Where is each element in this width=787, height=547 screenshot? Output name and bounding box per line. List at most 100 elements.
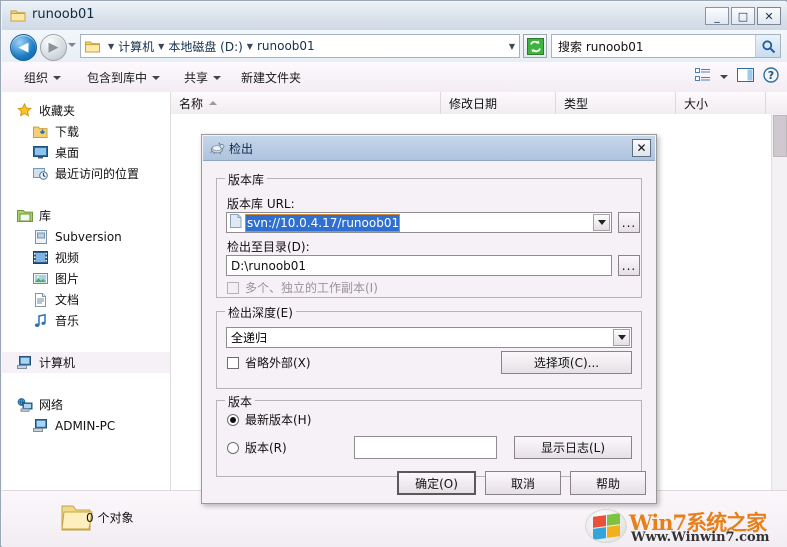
dialog-close-button[interactable]: ✕ (632, 139, 651, 157)
chevron-down-icon (53, 75, 62, 80)
toolbar-item-label: 新建文件夹 (241, 71, 302, 85)
sidebar-item-label: 桌面 (55, 146, 80, 160)
checkout-dialog: 检出 ✕ 版本库 版本库 URL: svn://10.0.4.17/runoob… (201, 134, 657, 504)
chevron-down-icon (152, 75, 161, 80)
chevron-down-icon[interactable] (720, 74, 728, 79)
sidebar-group-favorites: 收藏夹 下载 桌面 最近访问的位置 (2, 100, 170, 184)
help-icon[interactable]: ? (763, 67, 779, 86)
help-button[interactable]: 帮助 (570, 471, 646, 495)
chevron-down-icon[interactable] (593, 214, 610, 231)
sidebar-item-label: 网络 (39, 398, 64, 412)
sort-ascending-icon (209, 101, 218, 105)
checkout-depth-group: 检出深度(E) (216, 304, 642, 389)
file-icon (230, 214, 242, 231)
chevron-down-icon (213, 75, 222, 80)
breadcrumb[interactable]: ▼ 计算机 ▼ 本地磁盘 (D:) ▼ runoob01 ▼ (80, 34, 520, 58)
show-log-button[interactable]: 显示日志(L) (514, 436, 632, 459)
window-controls: _ □ ✕ (705, 7, 781, 25)
url-label: 版本库 URL: (227, 197, 295, 211)
sidebar-item-network[interactable]: 网络 (2, 394, 170, 415)
sidebar-item-pictures[interactable]: 图片 (2, 268, 170, 289)
sidebar-item-recent-places[interactable]: 最近访问的位置 (2, 163, 170, 184)
sidebar-item-documents[interactable]: 文档 (2, 289, 170, 310)
head-revision-radio[interactable] (227, 414, 239, 426)
toolbar-item-share[interactable]: 共享 (184, 69, 222, 86)
checkout-directory-input[interactable]: D:\runoob01 (226, 255, 612, 276)
sidebar-item-label: 文档 (55, 293, 80, 307)
sidebar-item-desktop[interactable]: 桌面 (2, 142, 170, 163)
column-header-type[interactable]: 类型 (556, 92, 676, 114)
search-box[interactable]: 搜索 runoob01 (551, 34, 781, 58)
maximize-button[interactable]: □ (731, 7, 755, 25)
preview-pane-icon[interactable] (737, 68, 754, 85)
cancel-button[interactable]: 取消 (485, 471, 561, 495)
sidebar-item-downloads[interactable]: 下载 (2, 121, 170, 142)
recent-pages-dropdown-icon[interactable] (68, 43, 76, 47)
column-header-size[interactable]: 大小 (676, 92, 766, 114)
watermark: Win7系统之家 Www.Winwin7.com (585, 507, 785, 547)
sidebar-item-label: Subversion (55, 229, 122, 244)
dialog-title-bar: 检出 ✕ (203, 136, 655, 161)
back-arrow-icon: ◀ (18, 40, 29, 55)
chevron-down-icon[interactable] (613, 329, 630, 346)
computer-icon (32, 418, 49, 434)
star-icon (16, 103, 33, 119)
repository-url-value[interactable]: svn://10.0.4.17/runoob01 (244, 213, 401, 232)
toolbar-item-label: 组织 (24, 71, 49, 85)
column-header-name[interactable]: 名称 (171, 92, 441, 114)
forward-button[interactable]: ▶ (40, 34, 67, 61)
sidebar-item-libraries[interactable]: 库 (2, 205, 170, 226)
watermark-url: Www.Winwin7.com (631, 530, 770, 545)
toolbar-item-label: 包含到库中 (87, 71, 148, 85)
network-icon (16, 397, 33, 413)
vertical-scrollbar[interactable] (771, 114, 787, 490)
breadcrumb-item-0[interactable]: 计算机 (118, 38, 154, 55)
close-button[interactable]: ✕ (757, 7, 781, 25)
checkout-directory-label: 检出至目录(D): (227, 240, 310, 254)
window-title-bar: runoob01 _ □ ✕ (2, 2, 787, 31)
specific-revision-label: 版本(R) (245, 441, 287, 455)
directory-browse-button[interactable]: ... (618, 255, 640, 276)
toolbar-item-label: 共享 (184, 71, 209, 85)
search-input[interactable]: 搜索 runoob01 (552, 38, 755, 55)
sidebar-item-videos[interactable]: 视频 (2, 247, 170, 268)
sidebar-item-computer[interactable]: 计算机 (2, 352, 170, 373)
recent-places-icon (32, 166, 49, 182)
breadcrumb-item-2[interactable]: runoob01 (257, 39, 315, 53)
sidebar-item-music[interactable]: 音乐 (2, 310, 170, 331)
column-header-date-modified[interactable]: 修改日期 (441, 92, 556, 114)
breadcrumb-separator-icon: ▼ (246, 41, 253, 51)
music-icon (32, 313, 49, 329)
toolbar-item-include-in-library[interactable]: 包含到库中 (87, 69, 161, 86)
search-icon[interactable] (755, 35, 780, 57)
toolbar-item-organize[interactable]: 组织 (24, 69, 62, 86)
sidebar-item-label: 计算机 (39, 356, 76, 370)
sidebar-item-favorites[interactable]: 收藏夹 (2, 100, 170, 121)
view-list-icon[interactable] (695, 68, 711, 85)
column-header-row: 名称 修改日期 类型 大小 (171, 92, 787, 115)
breadcrumb-item-1[interactable]: 本地磁盘 (D:) (168, 38, 242, 55)
sidebar-group-computer: 计算机 (2, 352, 170, 373)
scrollbar-thumb[interactable] (773, 115, 787, 157)
url-browse-button[interactable]: ... (618, 212, 640, 233)
sidebar-item-admin-pc[interactable]: ADMIN-PC (2, 415, 170, 436)
checkout-depth-combobox[interactable]: 全递归 (226, 327, 632, 348)
breadcrumb-history-icon[interactable]: ▼ (509, 42, 515, 51)
back-button[interactable]: ◀ (10, 34, 37, 61)
minimize-button[interactable]: _ (705, 7, 729, 25)
omit-externals-label: 省略外部(X) (245, 356, 311, 370)
folder-icon (85, 40, 100, 53)
sidebar-item-subversion[interactable]: Subversion (2, 226, 170, 247)
repository-url-combobox[interactable]: svn://10.0.4.17/runoob01 (226, 212, 612, 233)
navigation-pane[interactable]: 收藏夹 下载 桌面 最近访问的位置 库 Subversion 视频 图片 文档 … (2, 92, 171, 490)
toolbar-item-new-folder[interactable]: 新建文件夹 (241, 69, 301, 86)
ok-button[interactable]: 确定(O) (397, 471, 476, 495)
specific-revision-radio[interactable] (227, 442, 239, 454)
revision-number-input[interactable] (354, 436, 497, 459)
choose-items-button[interactable]: 选择项(C)... (501, 351, 632, 374)
sidebar-item-label: 库 (39, 209, 52, 223)
refresh-button[interactable] (523, 34, 547, 58)
status-text: 0 个对象 (86, 511, 134, 525)
omit-externals-checkbox[interactable] (227, 357, 239, 369)
